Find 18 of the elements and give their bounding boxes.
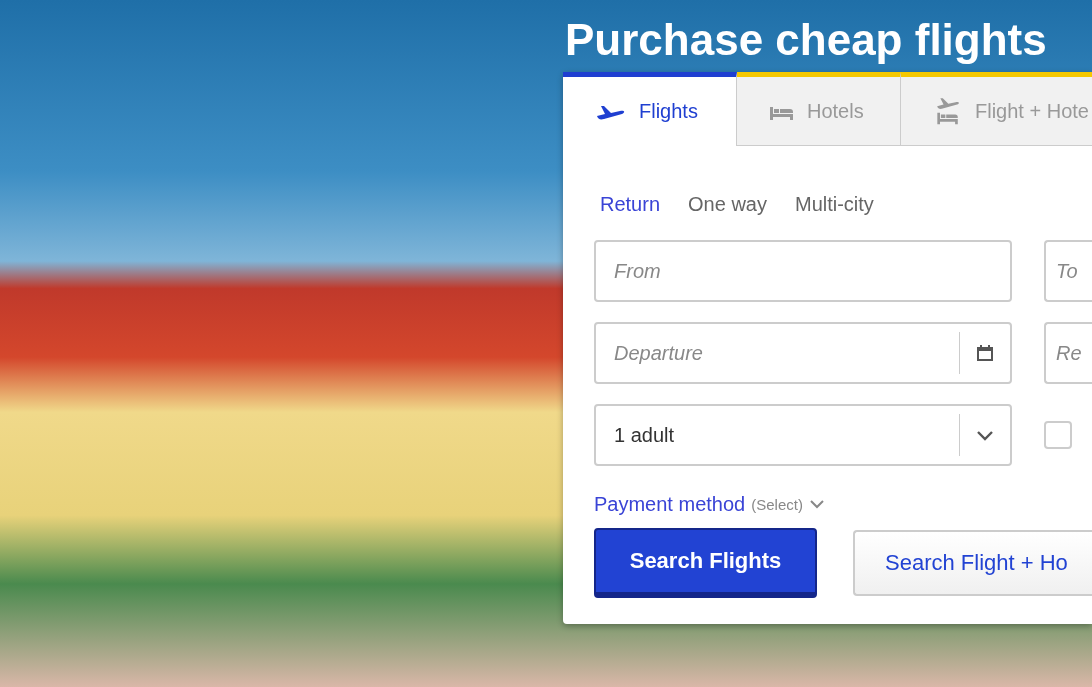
search-button[interactable]: Search Flights [594,528,817,598]
from-field[interactable]: From [594,240,1012,302]
page-title: Purchase cheap flights [565,14,1048,66]
payment-select-hint: (Select) [751,495,803,513]
checkbox[interactable] [1044,421,1072,449]
trip-type-option[interactable]: Return [600,184,661,224]
passengers-select[interactable]: 1 adult [594,404,1012,466]
search-button[interactable]: Search Flight + Ho [853,530,1092,596]
return-field[interactable]: Re [1044,322,1092,384]
to-field[interactable]: To [1044,240,1092,302]
payment-method-link[interactable]: Payment method [594,492,746,516]
trip-type-option[interactable]: Multi-city [794,184,874,224]
tab[interactable]: Flights [563,72,737,146]
departure-field[interactable]: Departure [594,322,1012,384]
trip-type-option[interactable]: One way [688,184,767,224]
chevron-down-icon[interactable] [808,499,825,509]
calendar-icon[interactable] [976,344,994,362]
chevron-down-icon [976,429,994,441]
